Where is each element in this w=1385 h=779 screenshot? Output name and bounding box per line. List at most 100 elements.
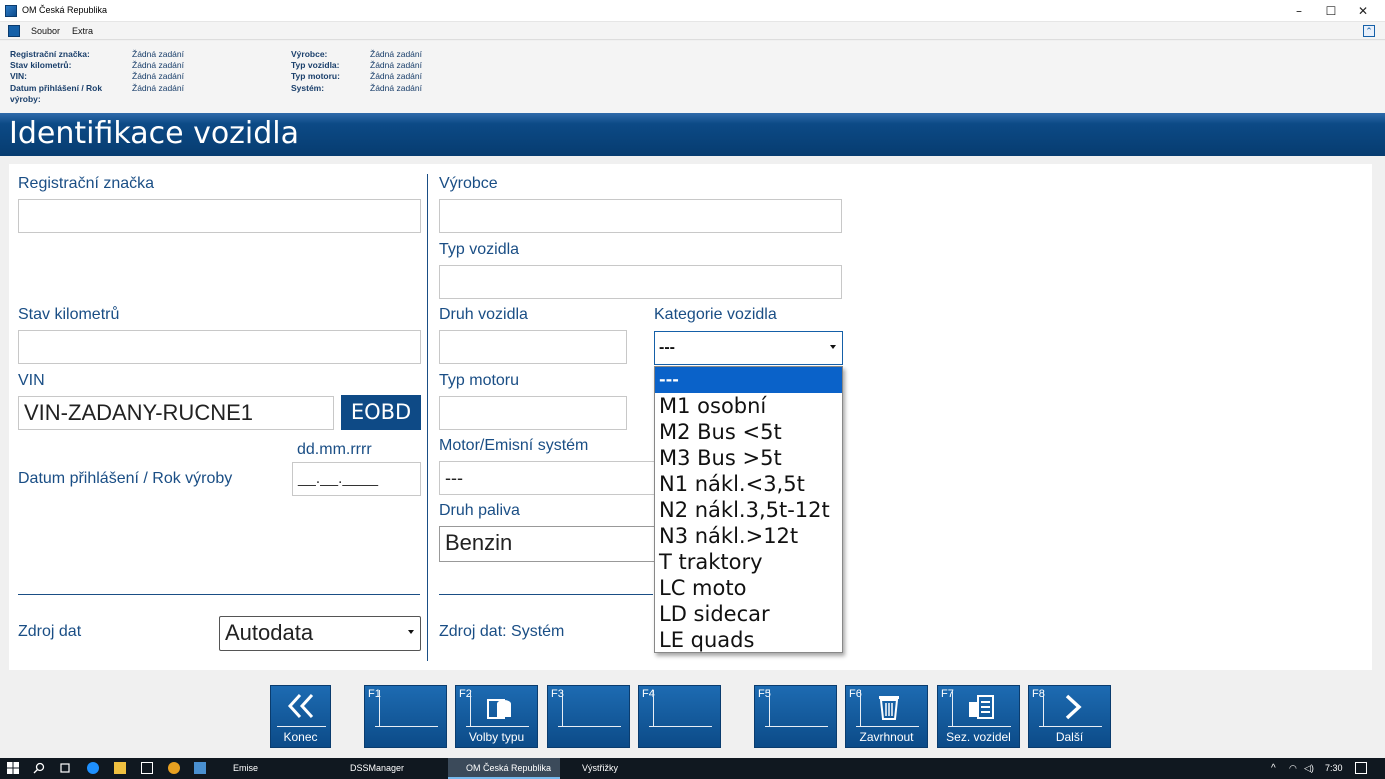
vin-label: VIN: [18, 372, 45, 389]
zdroj-select[interactable]: Autodata: [219, 616, 421, 651]
key-underline: [466, 726, 529, 727]
typ-vozidla-label: Typ vozidla: [439, 241, 520, 258]
key-underline: [375, 726, 438, 727]
kategorie-select[interactable]: ---: [654, 331, 843, 365]
summary-label: VIN:: [10, 71, 27, 81]
dropdown-option[interactable]: M2 Bus <5t: [655, 419, 842, 445]
menu-bar: Soubor Extra ⌃: [0, 22, 1385, 40]
app-icon[interactable]: [194, 762, 206, 774]
druh-vozidla-label: Druh vozidla: [439, 306, 528, 323]
chevron-right-icon: [1065, 694, 1082, 720]
typ-vozidla-input[interactable]: [439, 265, 842, 299]
fkey-label: Zavrhnout: [859, 730, 914, 744]
taskbar-item-dssmanager[interactable]: DSSManager: [332, 758, 442, 779]
store-icon[interactable]: [141, 762, 153, 774]
summary-value: Žádná zadání: [132, 83, 184, 93]
search-icon[interactable]: [33, 762, 45, 774]
windows-start-icon[interactable]: [7, 762, 19, 774]
chevron-down-icon: [830, 345, 836, 349]
dropdown-option[interactable]: ---: [655, 367, 842, 393]
taskbar-item-om[interactable]: OM Česká Republika: [448, 758, 560, 779]
f1-button[interactable]: F1: [364, 685, 447, 748]
maximize-button[interactable]: ☐: [1316, 2, 1346, 20]
key-underline: [1039, 726, 1102, 727]
key-underline: [277, 726, 326, 727]
column-divider: [427, 174, 428, 661]
vehicle-list-icon: [969, 695, 994, 719]
key-line: [952, 690, 953, 726]
collapse-summary-icon[interactable]: ⌃: [1363, 25, 1375, 37]
taskbar-item-emise[interactable]: Emise: [215, 758, 325, 779]
dropdown-option[interactable]: M1 osobní: [655, 393, 842, 419]
date-input[interactable]: __.__.____: [292, 462, 421, 496]
summary-label: Výrobce:: [291, 49, 328, 59]
f4-button[interactable]: F4: [638, 685, 721, 748]
key-line: [769, 690, 770, 726]
taskbar-item-label: DSSManager: [350, 763, 405, 773]
key-line: [470, 690, 471, 726]
chrome-icon[interactable]: [168, 762, 180, 774]
dropdown-option[interactable]: LD sidecar: [655, 601, 842, 627]
summary-label: Systém:: [291, 83, 325, 93]
network-icon[interactable]: ◠: [1289, 758, 1297, 779]
tray-chevron-icon[interactable]: ^: [1271, 758, 1276, 779]
divider: [18, 594, 420, 595]
dropdown-option[interactable]: N2 nákl.3,5t-12t: [655, 497, 842, 523]
dropdown-option[interactable]: N3 nákl.>12t: [655, 523, 842, 549]
eobd-button[interactable]: EOBD: [341, 395, 421, 430]
kategorie-dropdown-list: --- M1 osobní M2 Bus <5t M3 Bus >5t N1 n…: [654, 366, 843, 653]
emis-system-label: Motor/Emisní systém: [439, 437, 589, 454]
volume-icon[interactable]: ◁): [1304, 758, 1314, 779]
dropdown-option[interactable]: LC moto: [655, 575, 842, 601]
vin-input[interactable]: VIN-ZADANY-RUCNE1: [18, 396, 334, 430]
f2-volby-typu-button[interactable]: F2 Volby typu: [455, 685, 538, 748]
typ-motoru-input[interactable]: [439, 396, 627, 430]
summary-label: Datum přihlášení / Rok výroby:: [10, 83, 103, 104]
taskbar-item-label: OM Česká Republika: [466, 763, 552, 773]
dropdown-option[interactable]: M3 Bus >5t: [655, 445, 842, 471]
reg-label: Registrační značka: [18, 175, 155, 192]
key-underline: [856, 726, 919, 727]
close-button[interactable]: ✕: [1348, 2, 1378, 20]
summary-label: Typ motoru:: [291, 71, 340, 81]
druh-vozidla-input[interactable]: [439, 330, 627, 364]
system-menu-icon[interactable]: [8, 25, 20, 37]
task-view-icon[interactable]: [59, 762, 71, 774]
fkey-label: Další: [1055, 730, 1084, 744]
emis-system-select[interactable]: ---: [439, 461, 659, 495]
vyrobce-input[interactable]: [439, 199, 842, 233]
clock[interactable]: 7:30: [1325, 758, 1343, 779]
dropdown-option[interactable]: T traktory: [655, 549, 842, 575]
page-title: Identifikace vozidla: [9, 116, 300, 151]
konec-button[interactable]: Konec: [270, 685, 331, 748]
dropdown-option[interactable]: LE quads: [655, 627, 842, 653]
folder-icon[interactable]: [114, 762, 126, 774]
menu-soubor[interactable]: Soubor: [31, 26, 60, 36]
kategorie-label: Kategorie vozidla: [654, 306, 777, 323]
f7-seznam-vozidel-button[interactable]: F7 Sez. vozidel: [937, 685, 1020, 748]
taskbar-item-vystrizky[interactable]: Výstřižky: [564, 758, 674, 779]
vehicle-options-icon: [487, 699, 511, 719]
app-icon: [5, 5, 17, 17]
edge-icon[interactable]: [87, 762, 99, 774]
fkey-label: Sez. vozidel: [946, 730, 1011, 744]
typ-motoru-label: Typ motoru: [439, 372, 520, 389]
km-input[interactable]: [18, 330, 421, 364]
menu-extra[interactable]: Extra: [72, 26, 93, 36]
key-line: [1043, 690, 1044, 726]
summary-value: Žádná zadání: [132, 71, 184, 81]
palivo-select[interactable]: Benzin: [439, 526, 659, 562]
f5-button[interactable]: F5: [754, 685, 837, 748]
divider: [439, 594, 653, 595]
f6-zavrhnout-button[interactable]: F6 Zavrhnout: [845, 685, 928, 748]
f8-dalsi-button[interactable]: F8 Další: [1028, 685, 1111, 748]
notification-icon[interactable]: [1355, 762, 1367, 774]
palivo-label: Druh paliva: [439, 502, 520, 519]
date-label: Datum přihlášení / Rok výroby: [18, 470, 233, 487]
f3-button[interactable]: F3: [547, 685, 630, 748]
dropdown-option[interactable]: N1 nákl.<3,5t: [655, 471, 842, 497]
key-underline: [558, 726, 621, 727]
minimize-button[interactable]: –: [1284, 2, 1314, 20]
window-titlebar: OM Česká Republika – ☐ ✕: [0, 0, 1385, 22]
reg-input[interactable]: [18, 199, 421, 233]
